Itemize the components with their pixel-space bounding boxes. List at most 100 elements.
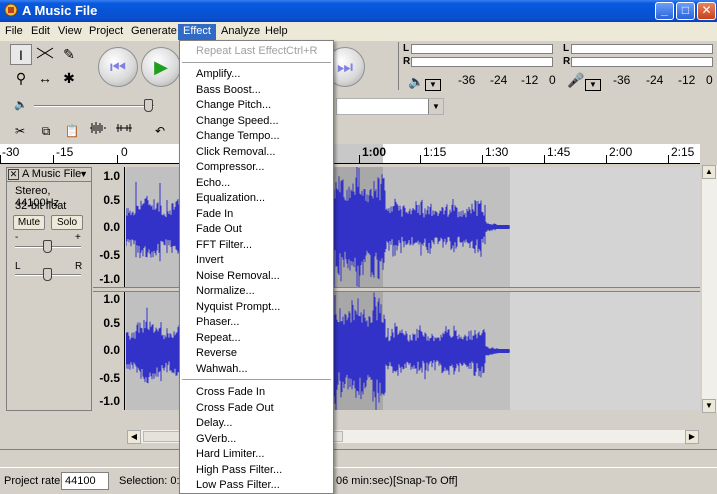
menu-item-effect[interactable]: Delay... (180, 415, 333, 431)
input-scale-24: -24 (646, 73, 664, 87)
play-button[interactable]: ▶ (141, 47, 181, 87)
snap-status[interactable]: [Snap-To Off] (393, 475, 458, 487)
gain-slider[interactable] (43, 240, 52, 253)
copy-icon[interactable]: ⧉ (36, 121, 56, 141)
track-control-panel[interactable]: ✕ A Music File ▼ Stereo, 44100Hz 32-bit … (6, 167, 92, 411)
menu-item-effect[interactable]: Amplify... (180, 66, 333, 82)
scroll-right-icon[interactable]: ▶ (685, 430, 699, 444)
silence-icon[interactable] (114, 121, 134, 141)
vertical-scale-left-channel[interactable]: 1.0 0.5 0.0 -0.5 -1.0 (93, 167, 125, 287)
time-shift-tool-icon[interactable]: ↔ (34, 68, 56, 89)
input-meter-right (571, 57, 713, 67)
skip-start-button[interactable]: ⏮ (98, 47, 138, 87)
menu-help[interactable]: Help (260, 24, 293, 40)
menu-item-effect[interactable]: Fade In (180, 206, 333, 222)
menu-item-effect[interactable]: Phaser... (180, 314, 333, 330)
project-rate-field[interactable]: 44100 (61, 472, 109, 490)
menu-view[interactable]: View (53, 24, 87, 40)
scroll-up-icon[interactable]: ▲ (702, 165, 716, 179)
menu-effect[interactable]: Effect (178, 24, 216, 40)
input-scale-36: -36 (613, 73, 631, 87)
close-button[interactable]: ✕ (697, 2, 716, 20)
menu-item-effect[interactable]: Noise Removal... (180, 268, 333, 284)
menu-item-effect[interactable]: Wahwah... (180, 361, 333, 377)
menu-item-effect[interactable]: High Pass Filter... (180, 462, 333, 478)
title-bar: A Music File _ □ ✕ (0, 0, 717, 22)
paste-icon[interactable]: 📋 (62, 121, 82, 141)
scroll-down-icon[interactable]: ▼ (702, 399, 716, 413)
menu-item-effect[interactable]: Fade Out (180, 221, 333, 237)
menu-generate[interactable]: Generate (126, 24, 182, 40)
output-volume-track[interactable] (34, 105, 154, 107)
menu-item-effect[interactable]: Change Tempo... (180, 128, 333, 144)
cut-icon[interactable]: ✂ (10, 121, 30, 141)
menu-item-effect[interactable]: Change Pitch... (180, 97, 333, 113)
vertical-scrollbar[interactable]: ▲ ▼ (701, 165, 717, 413)
pan-slider[interactable] (43, 268, 52, 281)
track-menu-chevron-down-icon[interactable]: ▼ (79, 169, 88, 179)
vertical-scale-right-channel[interactable]: 1.0 0.5 0.0 -0.5 -1.0 (93, 292, 125, 410)
menu-item-effect[interactable]: Nyquist Prompt... (180, 299, 333, 315)
maximize-button[interactable]: □ (676, 2, 695, 20)
menu-bar: File Edit View Project Generate Effect A… (0, 22, 717, 41)
menu-analyze[interactable]: Analyze (216, 24, 265, 40)
menu-item-effect[interactable]: Click Removal... (180, 144, 333, 160)
envelope-tool-icon[interactable] (34, 44, 56, 65)
mute-button[interactable]: Mute (13, 215, 45, 230)
menu-item-effect[interactable]: Equalization... (180, 190, 333, 206)
zoom-tool-icon[interactable]: ⚲ (10, 68, 32, 89)
status-separator (0, 449, 717, 467)
device-combo[interactable]: ▼ (336, 98, 444, 115)
gain-plus-label: + (75, 232, 81, 243)
menu-project[interactable]: Project (84, 24, 128, 40)
solo-button[interactable]: Solo (51, 215, 83, 230)
menu-item-effect[interactable]: Change Speed... (180, 113, 333, 129)
pan-left-label: L (15, 261, 21, 272)
menu-item-effect[interactable]: Bass Boost... (180, 82, 333, 98)
menu-item-effect[interactable]: Invert (180, 252, 333, 268)
menu-item-effect[interactable]: FFT Filter... (180, 237, 333, 253)
menu-item-effect[interactable]: Repeat... (180, 330, 333, 346)
scale-label: -0.5 (99, 371, 120, 385)
undo-icon[interactable]: ↶ (150, 121, 170, 141)
scroll-left-icon[interactable]: ◀ (127, 430, 141, 444)
menu-item-effect[interactable]: Compressor... (180, 159, 333, 175)
track-close-icon[interactable]: ✕ (8, 169, 19, 180)
scale-label: -1.0 (99, 272, 120, 286)
track-name-bar[interactable]: ✕ A Music File ▼ (7, 168, 91, 182)
menu-item-repeat-last-effect: Repeat Last Effect Ctrl+R (180, 43, 333, 59)
menu-item-effect[interactable]: Hard Limiter... (180, 446, 333, 462)
input-scale-0: 0 (706, 73, 713, 87)
ruler-tick (544, 155, 545, 163)
input-meter-menu-arrow[interactable]: ▼ (585, 79, 601, 91)
ruler-label: -30 (2, 145, 20, 159)
trim-icon[interactable] (88, 121, 108, 141)
menu-edit[interactable]: Edit (26, 24, 55, 40)
menu-item-effect[interactable]: Reverse (180, 345, 333, 361)
menu-item-effect[interactable]: Normalize... (180, 283, 333, 299)
output-meter-menu-arrow[interactable]: ▼ (425, 79, 441, 91)
meter-divider (398, 42, 399, 90)
multi-tool-icon[interactable]: ✱ (58, 68, 80, 89)
menu-file[interactable]: File (0, 24, 28, 40)
ruler-label: 2:00 (609, 145, 633, 159)
minimize-button[interactable]: _ (655, 2, 674, 20)
microphone-icon: 🎤 (567, 72, 585, 88)
chevron-down-icon[interactable]: ▼ (428, 99, 443, 114)
ruler-label: 2:15 (671, 145, 695, 159)
scale-label: -0.5 (99, 248, 120, 262)
track-name[interactable]: A Music File (22, 168, 81, 180)
menu-item-effect[interactable]: Echo... (180, 175, 333, 191)
timeline-ruler[interactable]: -30 -15 0 1:00 1:15 1:30 1:45 2:00 2:15 (0, 144, 700, 164)
track-format-info: 32-bit float (15, 200, 67, 212)
ruler-tick (482, 155, 483, 163)
menu-item-effect[interactable]: Cross Fade In (180, 384, 333, 400)
menu-item-shortcut: Ctrl+R (286, 45, 318, 57)
menu-separator (182, 379, 331, 380)
output-volume-slider[interactable] (144, 99, 153, 112)
selection-tool-icon[interactable]: I (10, 44, 32, 65)
menu-item-effect[interactable]: GVerb... (180, 431, 333, 447)
menu-item-effect[interactable]: Low Pass Filter... (180, 477, 333, 493)
draw-tool-icon[interactable]: ✎ (58, 44, 80, 65)
menu-item-effect[interactable]: Cross Fade Out (180, 400, 333, 416)
